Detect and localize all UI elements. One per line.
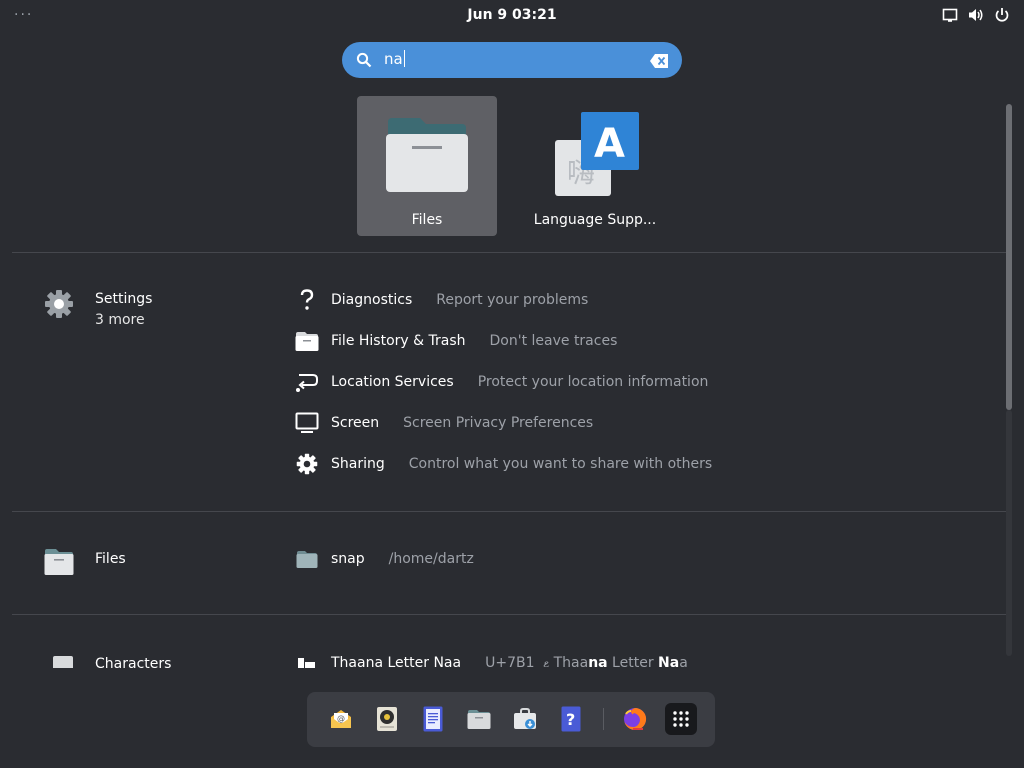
clock: Jun 9 03:21: [0, 7, 1024, 23]
power-icon[interactable]: [994, 7, 1010, 23]
result-title: snap: [331, 551, 365, 567]
scrollbar-track[interactable]: [1006, 410, 1012, 656]
audio-player-icon[interactable]: [371, 703, 403, 735]
svg-text:A: A: [594, 121, 625, 167]
language-support-icon: 嗨 A: [555, 112, 641, 202]
result-description: Don't leave traces: [489, 333, 618, 349]
text-caret: [403, 50, 405, 67]
activities-button[interactable]: ···: [14, 7, 33, 23]
result-title: Location Services: [331, 374, 454, 390]
question-icon: [294, 287, 320, 313]
result-thaana-letter-naa[interactable]: Thaana Letter Naa U+7B1 ޱ Thaana Letter …: [294, 650, 688, 668]
desc-part: Thaa: [553, 655, 589, 668]
system-tray[interactable]: [942, 7, 1010, 23]
search-box[interactable]: na: [342, 42, 682, 78]
section-divider: [12, 614, 1011, 615]
unicode-code: U+7B1: [485, 655, 535, 668]
folder-icon: [294, 546, 320, 572]
app-result-language-support[interactable]: 嗨 A Language Supp...: [525, 96, 665, 236]
result-diagnostics[interactable]: Diagnostics Report your problems: [294, 287, 588, 313]
app-result-files[interactable]: Files: [357, 96, 497, 236]
mail-icon[interactable]: @: [325, 703, 357, 735]
files-icon[interactable]: [463, 703, 495, 735]
monitor-icon: [294, 410, 320, 436]
app-label: Files: [411, 212, 443, 228]
provider-characters[interactable]: Characters: [44, 654, 171, 668]
result-description: Screen Privacy Preferences: [403, 415, 594, 431]
provider-files[interactable]: Files: [44, 546, 126, 576]
desc-part: Letter: [607, 655, 659, 668]
character-glyph-icon: [294, 650, 320, 668]
software-icon[interactable]: [509, 703, 541, 735]
result-description: Control what you want to share with othe…: [408, 456, 713, 472]
section-divider: [12, 252, 1011, 253]
result-title: File History & Trash: [331, 333, 466, 349]
section-divider: [12, 511, 1011, 512]
provider-settings[interactable]: Settings 3 more: [44, 289, 152, 331]
provider-name: Files: [95, 551, 126, 567]
clock-label[interactable]: Jun 9 03:21: [467, 7, 556, 23]
result-title: Diagnostics: [331, 292, 413, 308]
results-clip-area: Characters Thaana Letter Naa U+7B1 ޱ Tha…: [0, 644, 1024, 668]
result-file-history-trash[interactable]: File History & Trash Don't leave traces: [294, 328, 617, 354]
app-label: Language Supp...: [533, 212, 657, 228]
result-snap-folder[interactable]: snap /home/dartz: [294, 546, 474, 572]
gear-icon: [294, 451, 320, 477]
result-description: Report your problems: [436, 292, 589, 308]
svg-text:@: @: [337, 714, 345, 723]
volume-icon[interactable]: [968, 7, 984, 23]
show-apps-icon[interactable]: [665, 703, 697, 735]
dock-separator: [603, 708, 604, 730]
trash-folder-icon: [294, 328, 320, 354]
top-bar: ··· Jun 9 03:21: [0, 0, 1024, 32]
screen-icon[interactable]: [942, 7, 958, 23]
help-icon[interactable]: ?: [555, 703, 587, 735]
dock: @ ?: [307, 692, 715, 747]
scrollbar-thumb[interactable]: [1006, 104, 1012, 410]
provider-more-link[interactable]: 3 more: [95, 310, 152, 331]
result-description: /home/dartz: [388, 551, 474, 567]
settings-gear-icon: [44, 289, 74, 319]
svg-text:?: ?: [566, 710, 575, 729]
result-screen[interactable]: Screen Screen Privacy Preferences: [294, 410, 593, 436]
provider-name: Characters: [95, 656, 172, 668]
search-icon: [356, 52, 372, 72]
result-title: Thaana Letter Naa: [331, 655, 462, 668]
result-sharing[interactable]: Sharing Control what you want to share w…: [294, 451, 712, 477]
desc-part: a: [679, 655, 688, 668]
result-title: Screen: [331, 415, 380, 431]
clear-search-icon[interactable]: [650, 53, 668, 72]
search-input[interactable]: na: [384, 50, 405, 68]
location-icon: [294, 369, 320, 395]
firefox-icon[interactable]: [619, 703, 651, 735]
match-highlight: Na: [658, 655, 680, 668]
match-highlight: na: [588, 655, 608, 668]
characters-icon: [44, 654, 74, 668]
result-description: Protect your location information: [477, 374, 709, 390]
result-title: Sharing: [331, 456, 385, 472]
text-editor-icon[interactable]: [417, 703, 449, 735]
character-glyph: ޱ: [543, 655, 550, 668]
result-location-services[interactable]: Location Services Protect your location …: [294, 369, 708, 395]
files-folder-icon: [44, 546, 74, 576]
result-description: U+7B1 ޱ Thaana Letter Naa: [485, 655, 688, 668]
provider-name: Settings: [95, 291, 153, 307]
search-input-value: na: [384, 50, 403, 68]
folder-icon: [384, 114, 470, 198]
